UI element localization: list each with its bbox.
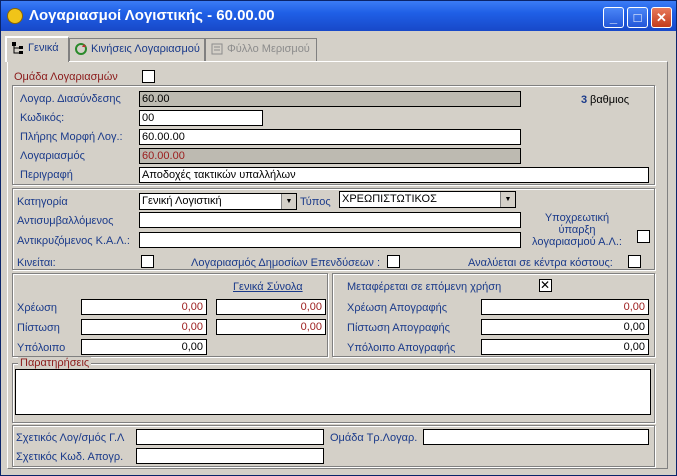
description-label: Περιγραφή <box>20 169 73 181</box>
title-bar[interactable]: Λογαριασμοί Λογιστικής - 60.00.00 _ □ ✕ <box>1 1 676 31</box>
chevron-down-icon[interactable]: ▼ <box>500 192 515 207</box>
inventory-balance-field[interactable]: 0,00 <box>481 339 649 355</box>
carry-forward-checkbox[interactable] <box>539 278 552 292</box>
moves-label: Κινείται: <box>17 257 56 269</box>
offset-field[interactable] <box>139 212 521 228</box>
related-gl-field[interactable] <box>136 429 324 445</box>
balance-field[interactable]: 0,00 <box>81 339 207 355</box>
type-label: Τύπος <box>300 196 331 208</box>
notes-textarea[interactable] <box>15 369 651 415</box>
credit-total-field[interactable]: 0,00 <box>216 319 326 335</box>
account-group-label: Ομάδα Λογαριασμών <box>14 71 118 83</box>
close-button[interactable]: ✕ <box>651 7 672 28</box>
link-account-field[interactable]: 60.00 <box>139 91 521 107</box>
inventory-debit-field[interactable]: 0,00 <box>481 299 649 315</box>
offset-label: Αντισυμβαλλόμενος <box>17 215 114 227</box>
mandatory-checkbox[interactable] <box>637 230 650 243</box>
type-select[interactable]: ΧΡΕΩΠΙΣΤΩΤΙΚΟΣ ▼ <box>339 191 516 208</box>
inventory-balance-label: Υπόλοιπο Απογραφής <box>347 342 456 354</box>
full-form-label: Πλήρης Μορφή Λογ.: <box>20 131 123 143</box>
degree-number: 3 <box>581 94 588 106</box>
credit-field[interactable]: 0,00 <box>81 319 207 335</box>
account-group-checkbox[interactable] <box>142 70 155 83</box>
debit-total-field[interactable]: 0,00 <box>216 299 326 315</box>
app-icon <box>7 8 23 24</box>
mandatory-label: Υποχρεωτική ύπαρξη λογαριασμού Α.Λ.: <box>532 212 622 248</box>
window-title: Λογαριασμοί Λογιστικής - 60.00.00 <box>29 7 275 24</box>
category-label: Κατηγορία <box>17 196 68 208</box>
inventory-credit-label: Πίστωση Απογραφής <box>347 322 450 334</box>
credit-label: Πίστωση <box>17 322 60 334</box>
description-field[interactable]: Αποδοχές τακτικών υπαλλήλων <box>139 167 649 183</box>
link-account-label: Λογαρ. Διασύνδεσης <box>20 93 121 105</box>
related-inventory-code-label: Σχετικός Κωδ. Απογρ. <box>16 451 124 463</box>
public-investments-checkbox[interactable] <box>387 255 400 268</box>
group-account-field[interactable] <box>423 429 649 445</box>
refresh-icon <box>75 43 87 56</box>
debit-label: Χρέωση <box>17 302 57 314</box>
related-gl-label: Σχετικός Λογ/σμός Γ.Λ <box>16 432 125 444</box>
mirror-field[interactable] <box>139 232 521 248</box>
group-account-label: Ομάδα Τρ.Λογαρ. <box>330 432 418 444</box>
debit-field[interactable]: 0,00 <box>81 299 207 315</box>
tab-allocation-sheet-label: Φύλλο Μερισμού <box>227 43 310 55</box>
tab-account-moves[interactable]: Κινήσεις Λογαριασμού <box>69 38 205 61</box>
cost-center-label: Αναλύεται σε κέντρα κόστους: <box>468 257 613 269</box>
code-field[interactable]: 00 <box>139 110 263 126</box>
balance-label: Υπόλοιπο <box>17 342 66 354</box>
carry-forward-label: Μεταφέρεται σε επόμενη χρήση <box>347 281 502 293</box>
sheet-icon <box>211 43 223 55</box>
related-inventory-code-field[interactable] <box>136 448 324 464</box>
cost-center-checkbox[interactable] <box>628 255 641 268</box>
full-form-field[interactable]: 60.00.00 <box>139 129 521 145</box>
public-investments-label: Λογαριασμός Δημοσίων Επενδύσεων : <box>191 257 381 269</box>
code-label: Κωδικός: <box>20 112 65 124</box>
window: Λογαριασμοί Λογιστικής - 60.00.00 _ □ ✕ … <box>0 0 677 476</box>
type-value: ΧΡΕΩΠΙΣΤΩΤΙΚΟΣ <box>342 193 437 205</box>
category-value: Γενική Λογιστική <box>142 195 222 207</box>
minimize-button[interactable]: _ <box>603 7 624 28</box>
notes-label: Παρατηρήσεις <box>18 357 92 369</box>
tree-icon <box>12 42 23 55</box>
chevron-down-icon[interactable]: ▼ <box>281 194 296 209</box>
tab-general[interactable]: Γενικά <box>5 36 69 62</box>
inventory-debit-label: Χρέωση Απογραφής <box>347 302 447 314</box>
general-totals-label: Γενικά Σύνολα <box>233 281 303 293</box>
degree-label: βαθμιος <box>590 94 630 106</box>
moves-checkbox[interactable] <box>141 255 154 268</box>
inventory-credit-field[interactable]: 0,00 <box>481 319 649 335</box>
tab-allocation-sheet[interactable]: Φύλλο Μερισμού <box>205 38 317 61</box>
account-field[interactable]: 60.00.00 <box>139 148 521 164</box>
tab-general-label: Γενικά <box>28 42 59 54</box>
category-select[interactable]: Γενική Λογιστική ▼ <box>139 193 297 210</box>
mirror-label: Αντικρυζόμενος Κ.Α.Λ.: <box>17 235 130 247</box>
tab-account-moves-label: Κινήσεις Λογαριασμού <box>91 43 200 55</box>
account-label: Λογαριασμός <box>20 150 85 162</box>
maximize-button[interactable]: □ <box>627 7 648 28</box>
